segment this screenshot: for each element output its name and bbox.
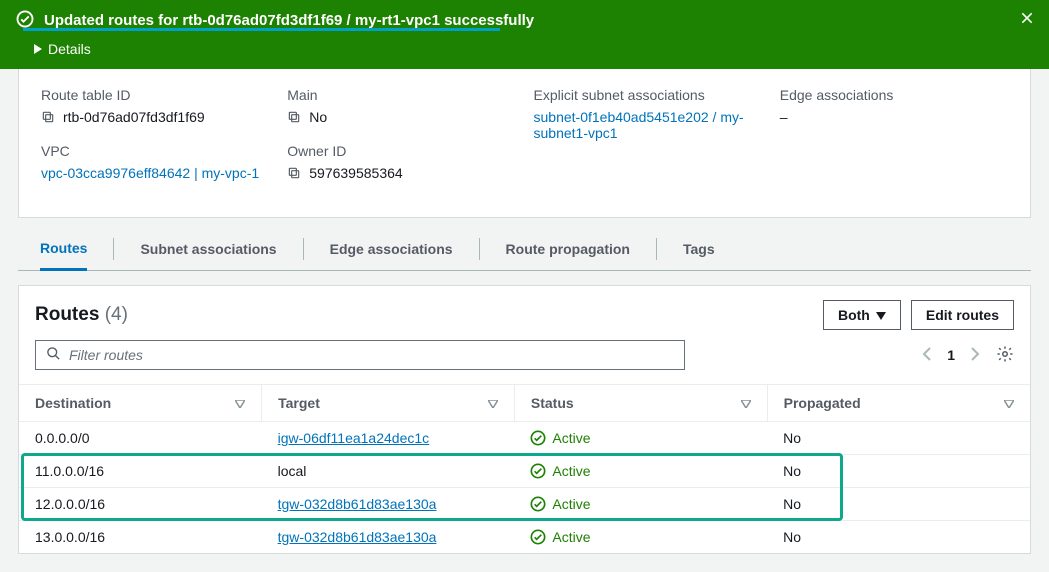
routes-panel: Routes (4) Both Edit routes	[18, 285, 1031, 554]
col-destination[interactable]: Destination	[19, 385, 262, 422]
target-link[interactable]: tgw-032d8b61d83ae130a	[278, 529, 437, 545]
cell-target: local	[262, 455, 515, 488]
sort-icon	[235, 395, 245, 411]
close-icon[interactable]	[1019, 10, 1035, 29]
subnet-link[interactable]: subnet-0f1eb40ad5451e202 / my-subnet1-vp…	[534, 109, 762, 141]
cell-propagated: No	[767, 422, 1030, 455]
edge-label: Edge associations	[780, 87, 1008, 103]
tab-tags[interactable]: Tags	[683, 229, 715, 269]
sort-icon	[1004, 395, 1014, 411]
cell-propagated: No	[767, 521, 1030, 554]
route-table-id-label: Route table ID	[41, 87, 269, 103]
cell-destination: 0.0.0.0/0	[19, 422, 262, 455]
route-table-id-value: rtb-0d76ad07fd3df1f69	[63, 109, 205, 125]
copy-icon[interactable]	[41, 110, 55, 124]
owner-id-label: Owner ID	[287, 143, 515, 159]
tab-routes[interactable]: Routes	[40, 228, 87, 271]
cell-destination: 11.0.0.0/16	[19, 455, 262, 488]
cell-destination: 12.0.0.0/16	[19, 488, 262, 521]
details-toggle[interactable]: Details	[34, 41, 1033, 57]
owner-id-value: 597639585364	[309, 165, 402, 181]
table-row: 11.0.0.0/16local Active No	[19, 455, 1030, 488]
table-row: 12.0.0.0/16 tgw-032d8b61d83ae130a Active No	[19, 488, 1030, 521]
gear-icon[interactable]	[996, 345, 1014, 366]
annotation-underline	[23, 28, 500, 31]
vpc-link[interactable]: vpc-03cca9976eff84642 | my-vpc-1	[41, 165, 259, 181]
tabs: Routes Subnet associations Edge associat…	[18, 228, 1031, 271]
status-badge: Active	[530, 430, 751, 446]
copy-icon[interactable]	[287, 110, 301, 124]
cell-status: Active	[514, 488, 767, 521]
filter-both-dropdown[interactable]: Both	[823, 300, 901, 330]
table-row: 13.0.0.0/16 tgw-032d8b61d83ae130a Active No	[19, 521, 1030, 554]
tab-edge-associations[interactable]: Edge associations	[330, 229, 453, 269]
page-number: 1	[947, 347, 955, 363]
banner-title: Updated routes for rtb-0d76ad07fd3df1f69…	[44, 12, 534, 29]
status-badge: Active	[530, 463, 751, 479]
cell-target: igw-06df11ea1a24dec1c	[262, 422, 515, 455]
prev-page-icon[interactable]	[922, 347, 931, 364]
details-label: Details	[48, 41, 91, 57]
pagination: 1	[922, 345, 1014, 366]
filter-input[interactable]	[69, 347, 674, 363]
edit-routes-button[interactable]: Edit routes	[911, 300, 1014, 330]
caret-right-icon	[34, 41, 42, 57]
cell-status: Active	[514, 455, 767, 488]
cell-status: Active	[514, 521, 767, 554]
panel-title: Routes (4)	[35, 304, 128, 326]
success-banner: Updated routes for rtb-0d76ad07fd3df1f69…	[0, 0, 1049, 69]
status-badge: Active	[530, 529, 751, 545]
caret-down-icon	[876, 307, 886, 323]
target-link[interactable]: igw-06df11ea1a24dec1c	[278, 430, 430, 446]
tab-subnet-associations[interactable]: Subnet associations	[140, 229, 276, 269]
cell-propagated: No	[767, 488, 1030, 521]
both-label: Both	[838, 307, 870, 323]
tab-divider	[113, 238, 114, 260]
edge-value: –	[780, 109, 788, 125]
vpc-label: VPC	[41, 143, 269, 159]
sort-icon	[741, 395, 751, 411]
col-status[interactable]: Status	[514, 385, 767, 422]
tab-divider	[656, 238, 657, 260]
target-link[interactable]: tgw-032d8b61d83ae130a	[278, 496, 437, 512]
col-target[interactable]: Target	[262, 385, 515, 422]
main-value: No	[309, 109, 327, 125]
panel-count: (4)	[105, 304, 128, 325]
edit-routes-label: Edit routes	[926, 307, 999, 323]
tab-divider	[303, 238, 304, 260]
cell-destination: 13.0.0.0/16	[19, 521, 262, 554]
main-label: Main	[287, 87, 515, 103]
cell-target: tgw-032d8b61d83ae130a	[262, 488, 515, 521]
col-propagated[interactable]: Propagated	[767, 385, 1030, 422]
next-page-icon[interactable]	[971, 347, 980, 364]
panel-title-text: Routes	[35, 304, 99, 325]
table-row: 0.0.0.0/0 igw-06df11ea1a24dec1c Active No	[19, 422, 1030, 455]
routes-table: Destination Target Status	[19, 384, 1030, 553]
explicit-label: Explicit subnet associations	[534, 87, 762, 103]
tab-divider	[479, 238, 480, 260]
cell-status: Active	[514, 422, 767, 455]
cell-propagated: No	[767, 455, 1030, 488]
tab-route-propagation[interactable]: Route propagation	[506, 229, 630, 269]
sort-icon	[488, 395, 498, 411]
search-icon	[46, 346, 61, 364]
cell-target: tgw-032d8b61d83ae130a	[262, 521, 515, 554]
copy-icon[interactable]	[287, 166, 301, 180]
info-card: Route table ID rtb-0d76ad07fd3df1f69 VPC…	[18, 69, 1031, 218]
filter-box[interactable]	[35, 340, 685, 370]
status-badge: Active	[530, 496, 751, 512]
